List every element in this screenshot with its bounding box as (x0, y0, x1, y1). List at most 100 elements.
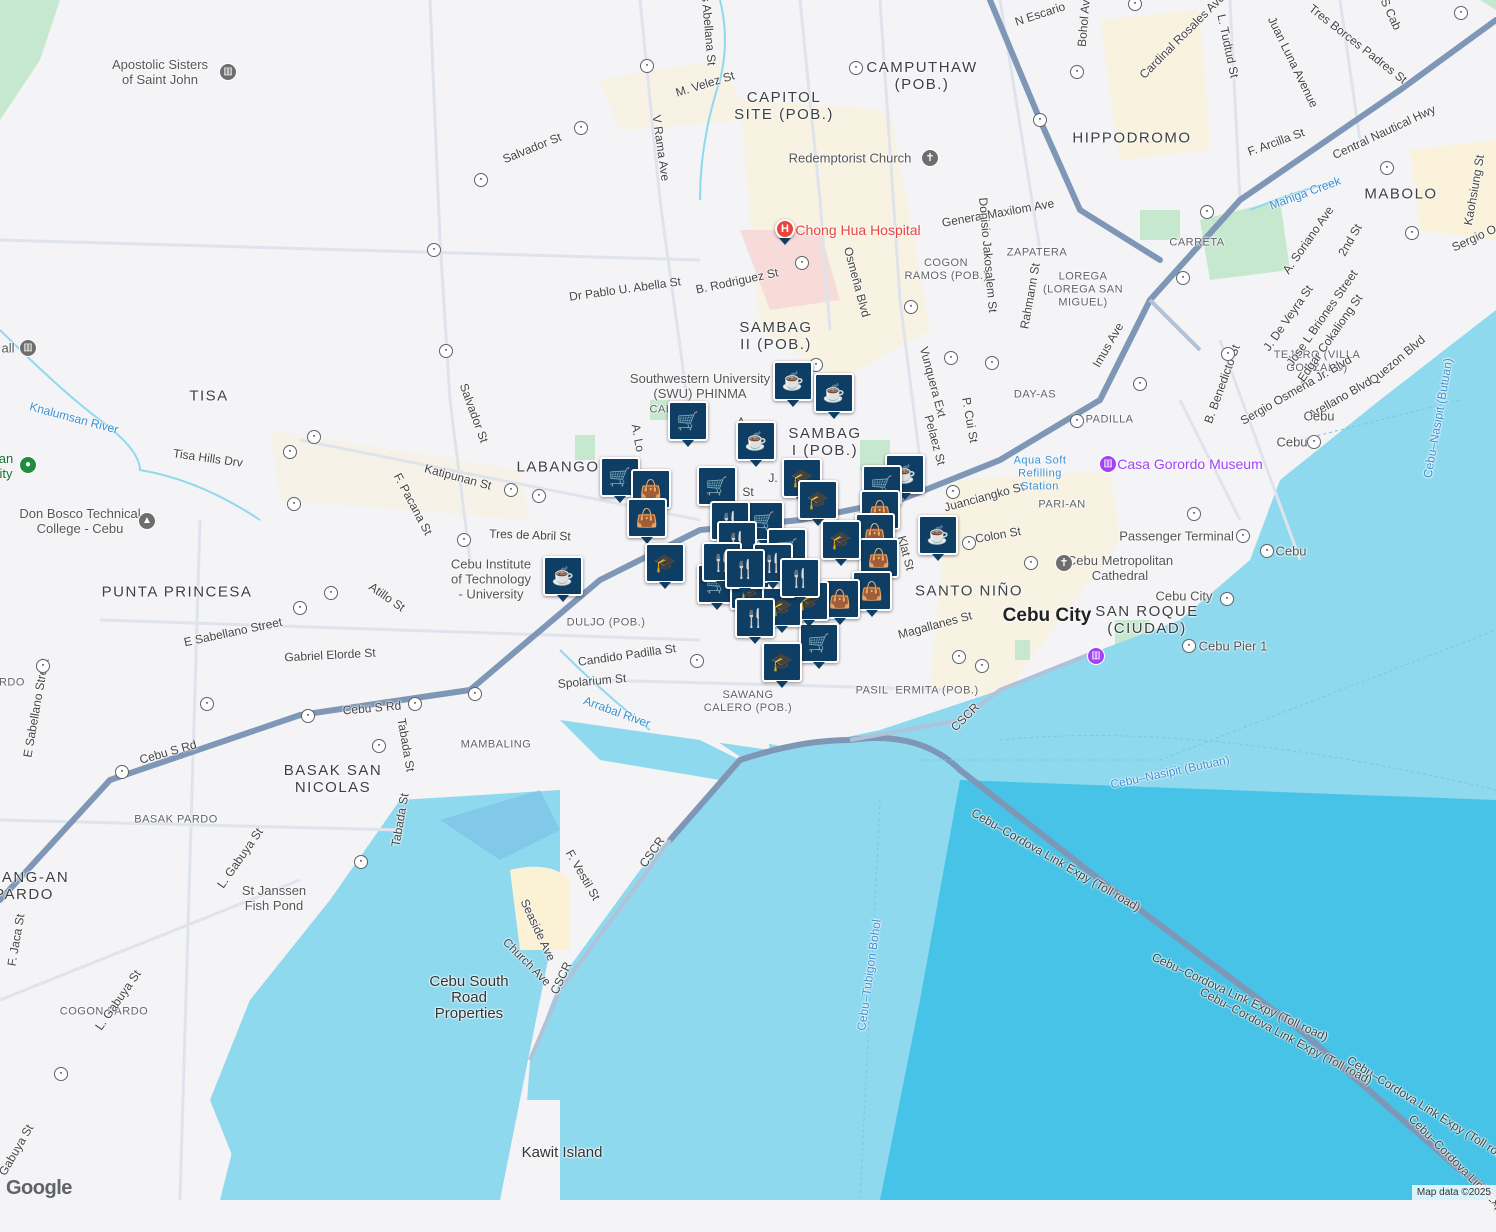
park-icon[interactable]: ● (19, 456, 37, 474)
grocery-marker[interactable]: 🛒 (668, 401, 708, 447)
bus-stop-icon[interactable]: ▪ (36, 659, 50, 673)
bus-stop-icon[interactable]: ▪ (200, 697, 214, 711)
bus-stop-icon[interactable]: ▪ (468, 687, 482, 701)
map-data-attribution[interactable]: Map data ©2025 (1411, 1185, 1496, 1200)
bus-stop-icon[interactable]: ▪ (324, 586, 338, 600)
restaurant-marker[interactable]: 🍴 (725, 549, 765, 595)
bus-stop-icon[interactable]: ▪ (115, 765, 129, 779)
bus-stop-icon[interactable]: ▪ (1070, 65, 1084, 79)
bus-stop-icon[interactable]: ▪ (574, 121, 588, 135)
bus-stop-icon[interactable]: ▪ (640, 59, 654, 73)
small-label-basak-pardo: BASAK PARDO (134, 813, 218, 826)
cafe-marker[interactable]: ☕ (773, 361, 813, 407)
poi-metropolitan-cathedral[interactable]: Cebu Metropolitan Cathedral (1067, 553, 1173, 583)
poi-cebu-1[interactable]: Cebu (1303, 409, 1334, 424)
area-label-santo-nino: SANTO NIÑO (914, 582, 1024, 600)
bus-stop-icon[interactable]: ▪ (283, 445, 297, 459)
bus-stop-icon[interactable]: ▪ (1220, 592, 1234, 606)
school-icon-don-bosco[interactable]: ▲ (138, 512, 156, 530)
poi-southwestern-university[interactable]: Southwestern University (SWU) PHINMA (630, 371, 770, 401)
bus-stop-icon[interactable]: ▪ (427, 243, 441, 257)
restaurant-marker[interactable]: 🍴 (735, 598, 775, 644)
bus-stop-icon[interactable]: ▪ (946, 485, 960, 499)
bus-stop-icon[interactable]: ▪ (1405, 226, 1419, 240)
poi-cebu-pier-1[interactable]: Cebu Pier 1 (1199, 639, 1268, 654)
bus-stop-icon[interactable]: ▪ (372, 739, 386, 753)
bus-stop-icon[interactable]: ▪ (307, 430, 321, 444)
bus-stop-icon[interactable]: ▪ (1024, 556, 1038, 570)
shopping-marker[interactable]: 👜 (627, 498, 667, 544)
cafe-marker[interactable]: ☕ (736, 421, 776, 467)
poi-cebu-city-port[interactable]: Cebu City (1155, 589, 1212, 604)
bus-stop-icon[interactable]: ▪ (1380, 161, 1394, 175)
bus-stop-icon[interactable]: ▪ (293, 601, 307, 615)
poi-cebu-2[interactable]: Cebu (1276, 435, 1307, 450)
small-label-dayas: DAY-AS (1013, 388, 1057, 401)
grocery-marker[interactable]: 🛒 (697, 466, 737, 512)
poi-kawit-island[interactable]: Kawit Island (522, 1145, 603, 1161)
bus-stop-icon[interactable]: ▪ (1176, 271, 1190, 285)
bus-stop-icon[interactable]: ▪ (849, 61, 863, 75)
bus-stop-icon[interactable]: ▪ (1187, 507, 1201, 521)
cafe-marker[interactable]: ☕ (918, 515, 958, 561)
bus-stop-icon[interactable]: ▪ (1133, 377, 1147, 391)
bus-stop-icon[interactable]: ▪ (1221, 347, 1235, 361)
school-marker[interactable]: 🎓 (762, 642, 802, 688)
bus-stop-icon[interactable]: ▪ (354, 855, 368, 869)
restaurant-marker[interactable]: 🍴 (780, 558, 820, 604)
poi-cebu-3[interactable]: Cebu (1275, 544, 1306, 559)
bus-stop-icon[interactable]: ▪ (690, 654, 704, 668)
bus-stop-icon[interactable]: ▪ (944, 351, 958, 365)
bus-stop-icon[interactable]: ▪ (985, 356, 999, 370)
poi-st-janssen-fish-pond[interactable]: St Janssen Fish Pond (242, 883, 306, 913)
poi-cebu-institute-technology[interactable]: Cebu Institute of Technology - Universit… (451, 557, 531, 602)
bus-stop-icon[interactable]: ▪ (1070, 414, 1084, 428)
school-marker[interactable]: 🎓 (645, 543, 685, 589)
poi-an-ity[interactable]: an ity (0, 451, 13, 481)
cafe-marker[interactable]: ☕ (814, 373, 854, 419)
museum-icon-2[interactable]: ▥ (1087, 647, 1105, 665)
museum-icon[interactable]: ▥ (1099, 455, 1117, 473)
grocery-marker[interactable]: 🛒 (799, 623, 839, 669)
poi-casa-gorordo-museum[interactable]: Casa Gorordo Museum (1117, 456, 1263, 472)
bus-stop-icon[interactable]: ▪ (1307, 435, 1321, 449)
bus-stop-icon[interactable]: ▪ (474, 173, 488, 187)
bus-stop-icon[interactable]: ▪ (1236, 529, 1250, 543)
hospital-icon[interactable]: H (775, 219, 795, 245)
bus-stop-icon[interactable]: ▪ (975, 659, 989, 673)
poi-don-bosco[interactable]: Don Bosco Technical College - Cebu (19, 506, 140, 536)
bus-stop-icon[interactable]: ▪ (54, 1067, 68, 1081)
bus-stop-icon[interactable]: ▪ (1454, 6, 1468, 20)
bus-stop-icon[interactable]: ▪ (504, 483, 518, 497)
school-marker[interactable]: 🎓 (821, 520, 861, 566)
bus-stop-icon[interactable]: ▪ (1182, 639, 1196, 653)
poi-all[interactable]: all (1, 341, 14, 356)
bus-stop-icon[interactable]: ▪ (952, 650, 966, 664)
poi-passenger-terminal-2[interactable]: Passenger Terminal 2 (1119, 529, 1245, 544)
poi-cebu-south-road-properties[interactable]: Cebu South Road Properties (429, 974, 508, 1022)
poi-aqua-soft[interactable]: Aqua Soft Refilling Station (1014, 455, 1067, 494)
school-marker[interactable]: 🎓 (798, 480, 838, 526)
poi-redemptorist-church[interactable]: Redemptorist Church (789, 151, 912, 166)
bus-stop-icon[interactable]: ▪ (904, 300, 918, 314)
bus-stop-icon[interactable]: ▪ (962, 536, 976, 550)
church-icon-apostolic[interactable]: ▥ (219, 63, 237, 81)
map-canvas[interactable]: CAMPUTHAW (POB.) CAPITOL SITE (POB.) HIP… (0, 0, 1496, 1232)
bus-stop-icon[interactable]: ▪ (1033, 113, 1047, 127)
bus-stop-icon[interactable]: ▪ (1260, 544, 1274, 558)
bus-stop-icon[interactable]: ▪ (301, 709, 315, 723)
church-icon[interactable]: ✝ (921, 149, 939, 167)
bus-stop-icon[interactable]: ▪ (439, 344, 453, 358)
bus-stop-icon[interactable]: ▪ (408, 697, 422, 711)
bus-stop-icon[interactable]: ▪ (795, 256, 809, 270)
area-label-sambag1: SAMBAG I (POB.) (788, 425, 862, 459)
cafe-marker[interactable]: ☕ (543, 556, 583, 602)
poi-apostolic-sisters[interactable]: Apostolic Sisters of Saint John (112, 57, 208, 87)
landmark-icon[interactable]: ▥ (19, 339, 37, 357)
poi-chong-hua-hospital[interactable]: Chong Hua Hospital (795, 222, 920, 238)
bus-stop-icon[interactable]: ▪ (287, 497, 301, 511)
church-icon-cathedral[interactable]: ✝ (1055, 554, 1073, 572)
bus-stop-icon[interactable]: ▪ (532, 489, 546, 503)
bus-stop-icon[interactable]: ▪ (457, 533, 471, 547)
bus-stop-icon[interactable]: ▪ (1200, 205, 1214, 219)
